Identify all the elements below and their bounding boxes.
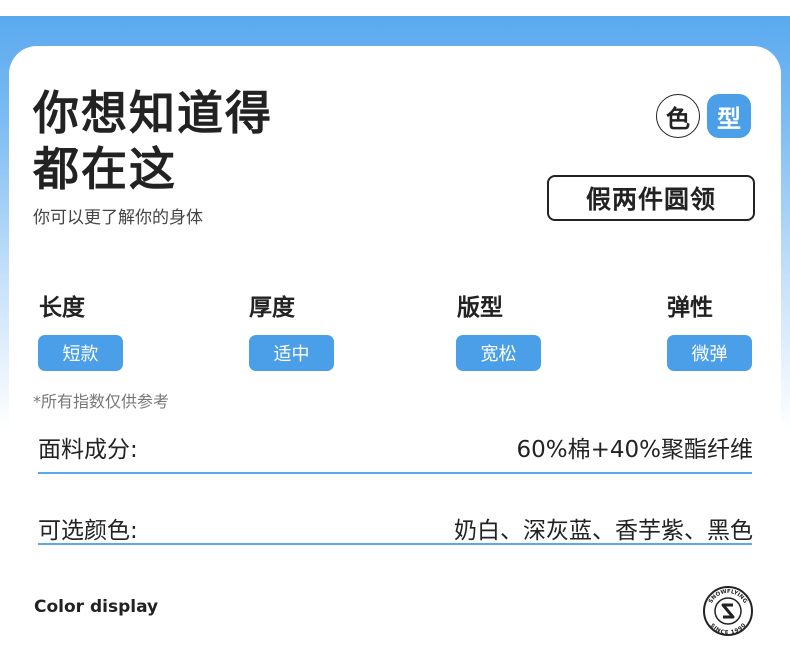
- attr-pill-elasticity: 微弹: [667, 335, 752, 371]
- colors-label: 可选颜色:: [38, 518, 138, 544]
- subtitle: 你可以更了解你的身体: [33, 208, 203, 228]
- color-display-heading: Color display: [34, 597, 159, 617]
- attr-label-fit: 版型: [457, 295, 503, 321]
- attr-label-elasticity: 弹性: [667, 295, 713, 321]
- color-badge: 色: [656, 94, 700, 138]
- fabric-value: 60%棉+40%聚酯纤维: [516, 437, 753, 463]
- headline-line-2: 都在这: [33, 142, 177, 196]
- attr-pill-fit: 宽松: [456, 335, 541, 371]
- attr-pill-length: 短款: [38, 335, 123, 371]
- divider: [38, 543, 752, 545]
- style-name-box: 假两件圆领: [547, 175, 755, 221]
- colors-value: 奶白、深灰蓝、香芋紫、黑色: [454, 518, 753, 544]
- reference-note: *所有指数仅供参考: [33, 392, 170, 411]
- attr-label-length: 长度: [39, 295, 85, 321]
- fabric-label: 面料成分:: [38, 437, 138, 463]
- type-badge: 型: [707, 94, 751, 138]
- headline-line-1: 你想知道得: [33, 86, 273, 140]
- attr-label-thickness: 厚度: [249, 295, 295, 321]
- attr-pill-thickness: 适中: [249, 335, 334, 371]
- brand-logo: SNOWFLYING SINCE 1990: [702, 585, 754, 637]
- divider: [38, 472, 752, 474]
